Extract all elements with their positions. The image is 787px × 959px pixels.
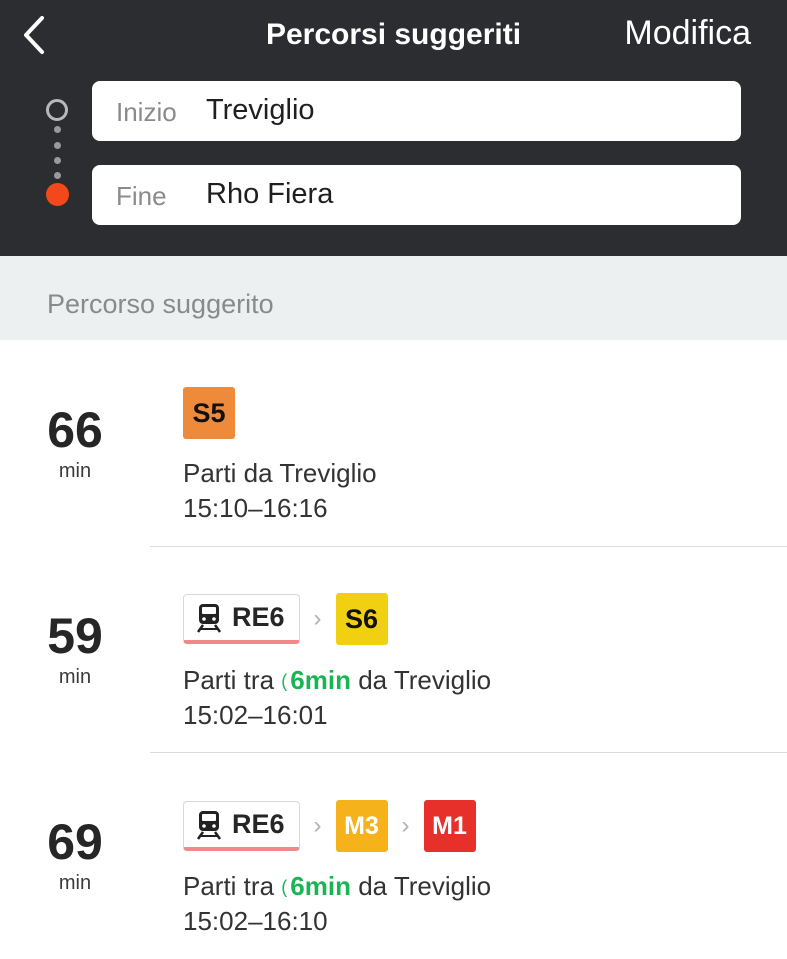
duration-value: 69: [47, 814, 103, 870]
start-field[interactable]: Inizio Treviglio: [92, 81, 741, 141]
line-badges: S5: [183, 387, 235, 439]
line-badge-s6: S6: [335, 593, 388, 645]
line-badge-s5: S5: [183, 387, 235, 439]
live-signal-icon: (: [281, 671, 288, 691]
edit-button[interactable]: Modifica: [624, 14, 751, 53]
depart-live-time: 6min: [290, 665, 351, 695]
route-dot-icon: [54, 157, 61, 164]
depart-prefix: Parti tra: [183, 871, 275, 901]
route-item[interactable]: 69 min RE6 › M3 › M1 Parti tra (6min da …: [0, 753, 787, 959]
line-badges: RE6 › S6: [183, 593, 388, 645]
duration-value: 66: [47, 402, 103, 458]
line-badge-m1: M1: [423, 800, 476, 852]
depart-prefix: Parti tra: [183, 665, 275, 695]
start-label: Inizio: [116, 97, 177, 127]
depart-text: Parti da Treviglio: [183, 458, 377, 488]
train-icon: [196, 603, 222, 633]
depart-text: Parti tra (6min da Treviglio: [183, 871, 491, 902]
route-dot-icon: [54, 172, 61, 179]
route-dot-icon: [54, 126, 61, 133]
line-badge-re6: RE6: [183, 594, 300, 644]
start-value: Treviglio: [206, 94, 315, 126]
route-dot-icon: [54, 142, 61, 149]
route-times: 15:02–16:10: [183, 906, 328, 936]
section-label: Percorso suggerito: [47, 289, 274, 319]
section-header: Percorso suggerito: [0, 256, 787, 340]
depart-live-time: 6min: [290, 871, 351, 901]
route-duration: 69 min: [0, 814, 150, 895]
route-times: 15:02–16:01: [183, 700, 328, 730]
route-item[interactable]: 59 min RE6 › S6 Parti tra (6min da Trevi…: [0, 547, 787, 753]
line-badge-re6: RE6: [183, 801, 300, 851]
duration-value: 59: [47, 608, 103, 664]
route-times: 15:10–16:16: [183, 493, 328, 523]
live-signal-icon: (: [281, 877, 288, 897]
route-duration: 59 min: [0, 608, 150, 689]
duration-unit: min: [58, 666, 92, 688]
train-icon: [196, 810, 222, 840]
route-duration: 66 min: [0, 402, 150, 483]
duration-unit: min: [58, 460, 92, 482]
line-badge-m3: M3: [335, 800, 388, 852]
line-label: RE6: [232, 809, 285, 839]
depart-suffix: da Treviglio: [358, 871, 492, 901]
line-badges: RE6 › M3 › M1: [183, 800, 476, 852]
start-point-icon: [46, 99, 68, 121]
header: Percorsi suggeriti Modifica Inizio Trevi…: [0, 0, 787, 256]
chevron-right-icon: ›: [313, 605, 322, 632]
end-label: Fine: [116, 181, 167, 211]
line-label: RE6: [232, 602, 285, 632]
chevron-right-icon: ›: [401, 812, 410, 839]
depart-suffix: da Treviglio: [358, 665, 492, 695]
depart-text: Parti tra (6min da Treviglio: [183, 665, 491, 696]
route-item[interactable]: 66 min S5 Parti da Treviglio 15:10–16:16: [0, 340, 787, 546]
end-value: Rho Fiera: [206, 178, 334, 210]
end-field[interactable]: Fine Rho Fiera: [92, 165, 741, 225]
end-point-icon: [46, 183, 69, 206]
duration-unit: min: [58, 872, 92, 894]
chevron-right-icon: ›: [313, 812, 322, 839]
